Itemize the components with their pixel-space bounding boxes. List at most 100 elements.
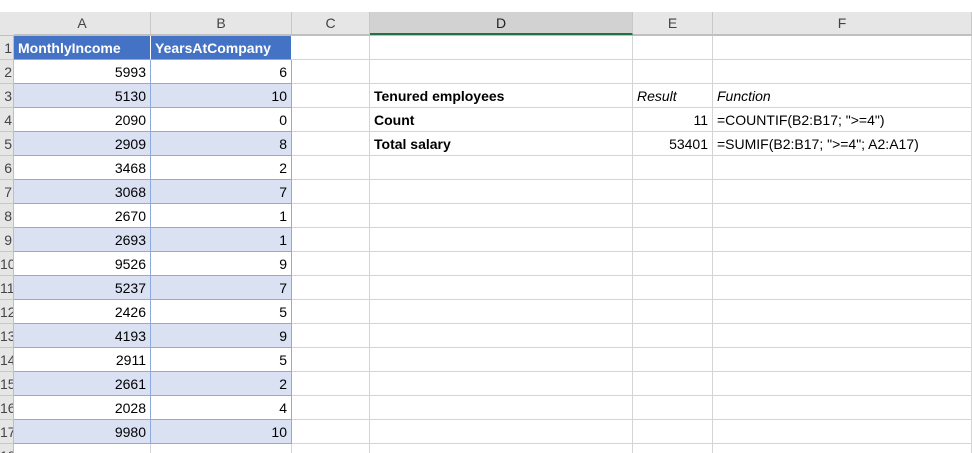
grid-cell[interactable]: [292, 36, 370, 60]
grid-cell[interactable]: [292, 180, 370, 204]
grid-cell[interactable]: [633, 36, 713, 60]
row-header-10[interactable]: 10: [0, 252, 14, 276]
grid-cell[interactable]: [633, 60, 713, 84]
years-at-company-cell[interactable]: 2: [151, 372, 292, 396]
grid-cell[interactable]: [370, 276, 633, 300]
grid-cell[interactable]: [370, 228, 633, 252]
grid-cell[interactable]: [292, 108, 370, 132]
monthly-income-cell[interactable]: 4193: [14, 324, 151, 348]
row-header-7[interactable]: 7: [0, 180, 14, 204]
column-header-f[interactable]: F: [713, 12, 972, 35]
grid-cell[interactable]: [633, 276, 713, 300]
count-label[interactable]: Count: [370, 108, 633, 132]
grid-cell[interactable]: [713, 300, 972, 324]
monthly-income-cell[interactable]: 9526: [14, 252, 151, 276]
grid-cell[interactable]: [633, 228, 713, 252]
grid-cell[interactable]: [370, 60, 633, 84]
monthly-income-cell[interactable]: 9980: [14, 420, 151, 444]
grid-cell[interactable]: [292, 252, 370, 276]
count-formula[interactable]: =COUNTIF(B2:B17; ">=4"): [713, 108, 972, 132]
years-at-company-cell[interactable]: 6: [151, 60, 292, 84]
grid-cell[interactable]: [370, 372, 633, 396]
row-header-2[interactable]: 2: [0, 60, 14, 84]
row-header-9[interactable]: 9: [0, 228, 14, 252]
grid-cell[interactable]: [633, 204, 713, 228]
total-salary-label[interactable]: Total salary: [370, 132, 633, 156]
monthly-income-cell[interactable]: 3068: [14, 180, 151, 204]
grid-cell[interactable]: [370, 348, 633, 372]
monthly-income-cell[interactable]: 2911: [14, 348, 151, 372]
grid-cell[interactable]: [292, 300, 370, 324]
grid-cell[interactable]: [633, 300, 713, 324]
grid-cell[interactable]: [713, 348, 972, 372]
row-header-1[interactable]: 1: [0, 36, 14, 60]
years-at-company-cell[interactable]: 4: [151, 396, 292, 420]
grid-cell[interactable]: [713, 420, 972, 444]
years-at-company-cell[interactable]: 7: [151, 180, 292, 204]
monthly-income-cell[interactable]: 2693: [14, 228, 151, 252]
grid-cell[interactable]: [292, 156, 370, 180]
years-at-company-cell[interactable]: 10: [151, 420, 292, 444]
grid-cell[interactable]: [633, 324, 713, 348]
grid-cell[interactable]: [292, 84, 370, 108]
grid-cell[interactable]: [292, 60, 370, 84]
grid-cell[interactable]: [633, 396, 713, 420]
table-header-years-at-company[interactable]: YearsAtCompany: [151, 36, 292, 60]
grid-cell[interactable]: [370, 324, 633, 348]
grid-cell[interactable]: [292, 420, 370, 444]
row-header-13[interactable]: 13: [0, 324, 14, 348]
row-header-16[interactable]: 16: [0, 396, 14, 420]
monthly-income-cell[interactable]: 2661: [14, 372, 151, 396]
years-at-company-cell[interactable]: 0: [151, 108, 292, 132]
grid-cell[interactable]: [292, 204, 370, 228]
grid-cell[interactable]: [713, 60, 972, 84]
grid-cell[interactable]: [713, 180, 972, 204]
row-header-17[interactable]: 17: [0, 420, 14, 444]
grid-cell[interactable]: [633, 180, 713, 204]
grid-cell[interactable]: [633, 252, 713, 276]
years-at-company-cell[interactable]: 9: [151, 324, 292, 348]
monthly-income-cell[interactable]: 5130: [14, 84, 151, 108]
row-header-15[interactable]: 15: [0, 372, 14, 396]
grid-cell[interactable]: [713, 156, 972, 180]
grid-cell[interactable]: [370, 36, 633, 60]
grid-cell[interactable]: [370, 156, 633, 180]
summary-title[interactable]: Tenured employees: [370, 84, 633, 108]
row-header-5[interactable]: 5: [0, 132, 14, 156]
grid-cell[interactable]: [292, 132, 370, 156]
grid-cell[interactable]: [292, 444, 370, 453]
grid-cell[interactable]: [292, 396, 370, 420]
row-header-12[interactable]: 12: [0, 300, 14, 324]
years-at-company-cell[interactable]: 5: [151, 348, 292, 372]
grid-cell[interactable]: [713, 396, 972, 420]
grid-cell[interactable]: [370, 444, 633, 453]
monthly-income-cell[interactable]: 2670: [14, 204, 151, 228]
result-header[interactable]: Result: [633, 84, 713, 108]
grid-cell[interactable]: [713, 276, 972, 300]
grid-cell[interactable]: [713, 444, 972, 453]
years-at-company-cell[interactable]: 1: [151, 228, 292, 252]
row-header-4[interactable]: 4: [0, 108, 14, 132]
grid-cell[interactable]: [292, 372, 370, 396]
grid-cell[interactable]: [370, 204, 633, 228]
grid-cell[interactable]: [633, 348, 713, 372]
column-header-d[interactable]: D: [370, 12, 633, 35]
grid-cell[interactable]: [633, 372, 713, 396]
grid-cell[interactable]: [370, 300, 633, 324]
grid-cell[interactable]: [713, 252, 972, 276]
years-at-company-cell[interactable]: 1: [151, 204, 292, 228]
column-header-c[interactable]: C: [292, 12, 370, 35]
grid-cell[interactable]: [370, 396, 633, 420]
monthly-income-cell[interactable]: 2426: [14, 300, 151, 324]
grid-cell[interactable]: [292, 276, 370, 300]
row-header-3[interactable]: 3: [0, 84, 14, 108]
monthly-income-cell[interactable]: 2090: [14, 108, 151, 132]
grid-cell[interactable]: [292, 324, 370, 348]
grid-cell[interactable]: [292, 348, 370, 372]
column-header-b[interactable]: B: [151, 12, 292, 35]
grid-cell[interactable]: [633, 156, 713, 180]
grid-cell[interactable]: [633, 420, 713, 444]
row-header-11[interactable]: 11: [0, 276, 14, 300]
monthly-income-cell[interactable]: 5993: [14, 60, 151, 84]
years-at-company-cell[interactable]: 9: [151, 252, 292, 276]
